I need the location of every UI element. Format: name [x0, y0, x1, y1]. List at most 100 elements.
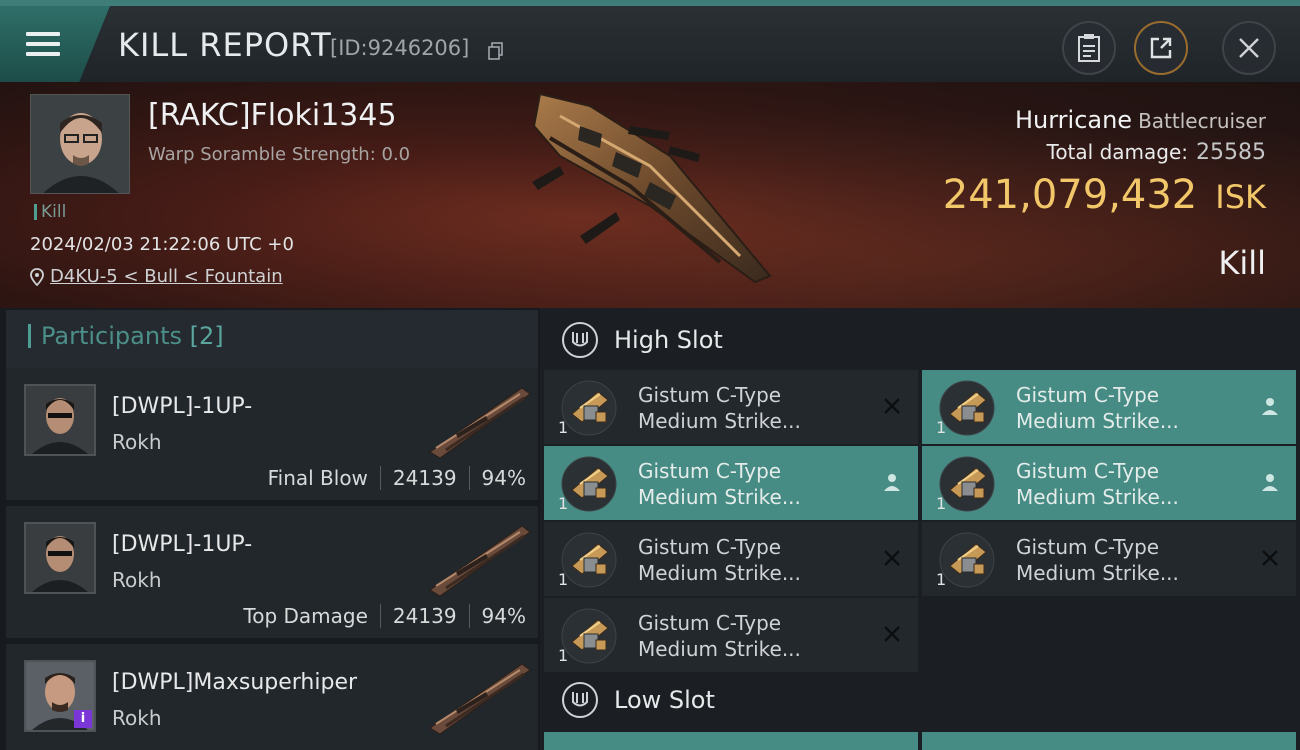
- ship-type[interactable]: Hurricane Battlecruiser: [1015, 106, 1266, 134]
- low-slot-module[interactable]: [922, 732, 1296, 750]
- share-button[interactable]: [1134, 21, 1188, 75]
- participants-count: [2]: [189, 322, 224, 350]
- share-icon: [1150, 37, 1172, 59]
- module-quantity: 1: [558, 418, 569, 437]
- participant-avatar: [24, 384, 96, 456]
- participant-ship-render: [429, 387, 531, 459]
- module-name: Gistum C-Type Medium Strike...: [638, 458, 801, 510]
- module-quantity: 1: [936, 418, 947, 437]
- fitting-panel: High Slot 1 Gistum C-Type Medium Strike...…: [540, 308, 1300, 750]
- high-slot-module[interactable]: 1 Gistum C-Type Medium Strike...: [922, 522, 1296, 596]
- participant-card[interactable]: i [DWPL]Maxsuperhiper Rokh: [6, 644, 538, 750]
- participant-damage: 24139: [392, 604, 457, 628]
- low-slot-header: Low Slot: [544, 670, 1300, 730]
- participant-portrait-icon: [26, 386, 94, 454]
- victim-name[interactable]: [RAKC]Floki1345: [148, 98, 397, 133]
- module-name-line2: Medium Strike...: [638, 409, 801, 433]
- high-slot-module[interactable]: 1 Gistum C-Type Medium Strike...: [922, 370, 1296, 444]
- stats-divider: [468, 466, 470, 490]
- module-name-line2: Medium Strike...: [638, 485, 801, 509]
- high-slot-module[interactable]: 1 Gistum C-Type Medium Strike...: [544, 446, 918, 520]
- participants-title: Participants [2]: [28, 324, 224, 348]
- dropped-person-icon: [884, 474, 900, 491]
- participant-avatar: [24, 522, 96, 594]
- participants-label: Participants: [41, 322, 182, 350]
- low-slot-icon: [562, 682, 598, 718]
- participant-name: [DWPL]-1UP-: [112, 394, 253, 419]
- module-name-line2: Medium Strike...: [638, 637, 801, 661]
- high-slot-label: High Slot: [614, 326, 723, 354]
- module-quantity: 1: [558, 570, 569, 589]
- ship-render: [532, 92, 772, 284]
- module-name: Gistum C-Type Medium Strike...: [638, 382, 801, 434]
- dropped-person-icon: [1262, 474, 1278, 491]
- participant-card[interactable]: [DWPL]-1UP- Rokh Final Blow 24139 94%: [6, 368, 538, 502]
- location-link[interactable]: D4KU-5 < Bull < Fountain: [50, 266, 283, 287]
- ship-class: Battlecruiser: [1138, 109, 1266, 133]
- participant-role: Top Damage: [243, 604, 368, 628]
- isk-unit: ISK: [1215, 178, 1266, 216]
- low-slot-module[interactable]: [544, 732, 918, 750]
- report-id: [ID:9246206]: [330, 36, 470, 60]
- module-name: Gistum C-Type Medium Strike...: [1016, 382, 1179, 434]
- module-name-line1: Gistum C-Type: [1016, 535, 1160, 559]
- participant-ship: Rokh: [112, 706, 162, 730]
- dropped-person-icon: [1262, 398, 1278, 415]
- module-quantity: 1: [558, 494, 569, 513]
- participant-stats: Top Damage 24139 94%: [243, 604, 526, 628]
- kill-location[interactable]: D4KU-5 < Bull < Fountain: [30, 266, 283, 287]
- destroyed-x-icon: [884, 398, 900, 414]
- kill-summary: [RAKC]Floki1345 Warp Soramble Strength: …: [0, 82, 1300, 308]
- participant-avatar: i: [24, 660, 96, 732]
- participant-stats: Final Blow 24139 94%: [268, 466, 526, 490]
- isk-amount: 241,079,432: [942, 172, 1198, 218]
- warp-scramble-strength: Warp Soramble Strength: 0.0: [148, 144, 411, 165]
- module-name-line1: Gistum C-Type: [638, 459, 782, 483]
- participant-name: [DWPL]Maxsuperhiper: [112, 670, 358, 695]
- participant-percent: 94%: [481, 604, 526, 628]
- ship-name: Hurricane: [1014, 106, 1133, 134]
- high-slot-module[interactable]: 1 Gistum C-Type Medium Strike...: [544, 598, 918, 672]
- module-name: Gistum C-Type Medium Strike...: [1016, 458, 1179, 510]
- close-button[interactable]: [1222, 21, 1276, 75]
- isk-value: 241,079,432 ISK: [943, 172, 1266, 218]
- module-name-line1: Gistum C-Type: [638, 383, 782, 407]
- copy-icon[interactable]: [488, 42, 504, 60]
- participant-damage: 24139: [392, 466, 457, 490]
- participant-ship-render: [429, 525, 531, 597]
- participant-name: [DWPL]-1UP-: [112, 532, 253, 557]
- high-slot-icon: [562, 322, 598, 358]
- total-damage-label: Total damage:: [1046, 140, 1189, 164]
- module-name-line2: Medium Strike...: [1016, 409, 1179, 433]
- participant-percent: 94%: [481, 466, 526, 490]
- module-name-line1: Gistum C-Type: [1016, 459, 1160, 483]
- participant-ship: Rokh: [112, 430, 162, 454]
- destroyed-x-icon: [884, 550, 900, 566]
- module-name: Gistum C-Type Medium Strike...: [638, 534, 801, 586]
- stats-divider: [379, 604, 381, 628]
- module-quantity: 1: [936, 494, 947, 513]
- total-damage-value: 25585: [1196, 140, 1266, 165]
- module-name-line1: Gistum C-Type: [1016, 383, 1160, 407]
- module-quantity: 1: [558, 646, 569, 665]
- low-slot-label: Low Slot: [614, 686, 715, 714]
- page-title: KILL REPORT: [118, 26, 332, 64]
- participant-card[interactable]: [DWPL]-1UP- Rokh Top Damage 24139 94%: [6, 506, 538, 640]
- participants-header: Participants [2]: [6, 310, 538, 368]
- top-bar: KILL REPORT [ID:9246206]: [0, 0, 1300, 82]
- clipboard-button[interactable]: [1062, 21, 1116, 75]
- module-name-line1: Gistum C-Type: [638, 611, 782, 635]
- participant-role: Final Blow: [267, 466, 368, 490]
- module-name-line2: Medium Strike...: [638, 561, 801, 585]
- victim-portrait[interactable]: [30, 94, 130, 194]
- info-badge: i: [74, 710, 92, 728]
- participants-panel: Participants [2] [DWPL]-1UP- Rokh Final …: [0, 308, 540, 750]
- high-slot-module[interactable]: 1 Gistum C-Type Medium Strike...: [544, 522, 918, 596]
- kill-datetime: 2024/02/03 21:22:06 UTC +0: [30, 234, 294, 255]
- high-slot-module[interactable]: 1 Gistum C-Type Medium Strike...: [922, 446, 1296, 520]
- menu-icon: [26, 32, 60, 56]
- menu-button[interactable]: [0, 6, 110, 82]
- high-slot-module[interactable]: 1 Gistum C-Type Medium Strike...: [544, 370, 918, 444]
- participant-ship: Rokh: [112, 568, 162, 592]
- destroyed-x-icon: [884, 626, 900, 642]
